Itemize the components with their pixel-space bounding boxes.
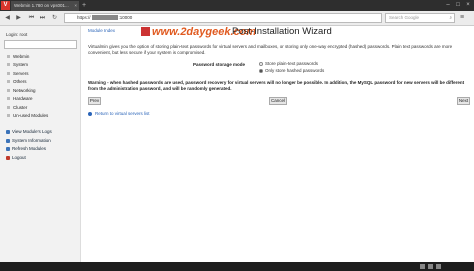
- next-button[interactable]: Next: [457, 97, 470, 105]
- browser-titlebar: V Webmin 1.780 on vps001... × + – □ ×: [0, 0, 474, 11]
- expand-icon: [7, 97, 10, 101]
- tab-title: Webmin 1.780 on vps001...: [14, 3, 69, 8]
- page-title: Post-Installation Wizard: [232, 26, 332, 37]
- tray-icon[interactable]: [428, 264, 433, 269]
- sidebar-item-cluster[interactable]: Cluster: [7, 105, 27, 110]
- radio-button[interactable]: [259, 61, 263, 66]
- rewind-icon[interactable]: ⏮: [27, 14, 36, 23]
- fast-forward-icon[interactable]: ⏭: [38, 14, 47, 23]
- expand-icon: [7, 114, 10, 118]
- webmin-sidebar: Login: root Webmin System Servers Others…: [0, 26, 81, 271]
- sidebar-item-unused-modules[interactable]: Un-used Modules: [7, 113, 48, 118]
- refresh-modules-link[interactable]: Refresh Modules: [6, 146, 46, 151]
- expand-icon: [7, 63, 10, 67]
- prev-button[interactable]: Prev: [88, 97, 101, 105]
- sidebar-item-webmin[interactable]: Webmin: [7, 54, 29, 59]
- search-icon: ⌕: [449, 15, 452, 20]
- system-information-link[interactable]: System Information: [6, 138, 51, 143]
- menu-icon[interactable]: ≡: [460, 14, 464, 21]
- expand-icon: [7, 106, 10, 110]
- module-index-link[interactable]: Module Index: [88, 28, 115, 33]
- main-content: Module Index www.2daygeek.com Post-Insta…: [82, 26, 474, 271]
- sidebar-item-others[interactable]: Others: [7, 79, 27, 84]
- sidebar-search-input[interactable]: [4, 40, 77, 49]
- warning-text: Warning - when hashed passwords are used…: [88, 80, 465, 91]
- tray-icon[interactable]: [436, 264, 441, 269]
- new-tab-button[interactable]: +: [82, 0, 86, 11]
- view-module-logs-link[interactable]: View Module's Logs: [6, 129, 52, 134]
- search-placeholder: Search Google: [389, 15, 420, 20]
- browser-tab[interactable]: Webmin 1.780 on vps001... ×: [11, 1, 79, 11]
- address-suffix: :10000: [118, 15, 133, 20]
- minimize-icon[interactable]: –: [443, 0, 453, 11]
- radio-only-hashed[interactable]: Only store hashed passwords: [259, 68, 324, 73]
- url-toolbar: ◀ ▶ ⏮ ⏭ ↻ https:// :10000 Search Google ⌕…: [0, 11, 474, 26]
- address-prefix: https://: [77, 15, 91, 20]
- return-link[interactable]: Return to virtual servers list: [88, 111, 150, 116]
- expand-icon: [7, 55, 10, 59]
- cancel-button[interactable]: Cancel: [269, 97, 287, 105]
- search-input[interactable]: Search Google ⌕: [385, 13, 455, 23]
- sidebar-item-networking[interactable]: Networking: [7, 88, 36, 93]
- tray-icon[interactable]: [420, 264, 425, 269]
- info-icon: [6, 138, 10, 143]
- sidebar-item-servers[interactable]: Servers: [7, 71, 29, 76]
- login-label: Login: root: [6, 32, 28, 37]
- address-redacted: [91, 15, 118, 21]
- password-storage-mode-label: Password storage mode: [193, 62, 246, 67]
- back-arrow-icon: [88, 111, 92, 116]
- maximize-icon[interactable]: □: [453, 0, 463, 11]
- radio-store-plain-text[interactable]: Store plain-text passwords: [259, 61, 318, 66]
- logout-icon: [6, 155, 10, 160]
- intro-text: Virtualmin gives you the option of stori…: [88, 44, 453, 55]
- expand-icon: [7, 89, 10, 93]
- expand-icon: [7, 72, 10, 76]
- logs-icon: [6, 129, 10, 134]
- sidebar-item-system[interactable]: System: [7, 62, 28, 67]
- expand-icon: [7, 80, 10, 84]
- refresh-icon: [6, 146, 10, 151]
- reload-icon[interactable]: ↻: [50, 14, 59, 23]
- logout-link[interactable]: Logout: [6, 155, 26, 160]
- watermark-logo-icon: [141, 27, 150, 36]
- address-bar[interactable]: https:// :10000: [64, 13, 382, 23]
- tab-close-icon[interactable]: ×: [74, 1, 77, 11]
- radio-button-selected[interactable]: [259, 68, 263, 73]
- forward-icon[interactable]: ▶: [14, 14, 23, 23]
- vivaldi-logo-icon[interactable]: V: [1, 1, 10, 10]
- back-icon[interactable]: ◀: [3, 14, 12, 23]
- close-window-icon[interactable]: ×: [463, 0, 473, 11]
- taskbar: [0, 262, 474, 271]
- sidebar-item-hardware[interactable]: Hardware: [7, 96, 33, 101]
